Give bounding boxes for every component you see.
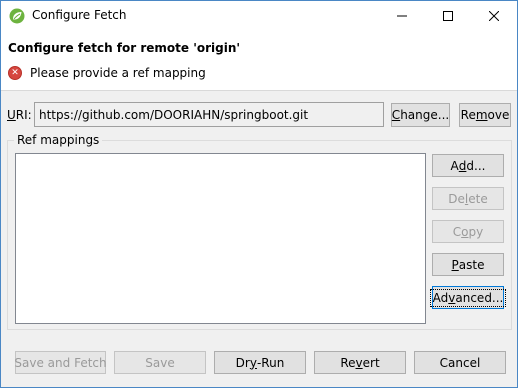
- delete-button[interactable]: De l ete: [432, 187, 504, 210]
- header-message: Please provide a ref mapping: [30, 66, 206, 80]
- header-title: Configure fetch for remote 'origin': [8, 41, 241, 55]
- save-and-fetch-button[interactable]: Save and Fetch: [14, 351, 107, 374]
- cancel-button[interactable]: Cancel: [414, 351, 506, 374]
- remove-button[interactable]: Re m ove: [459, 103, 511, 127]
- save-button[interactable]: Save: [114, 351, 206, 374]
- maximize-button[interactable]: [425, 1, 471, 31]
- uri-label: URI:: [7, 108, 32, 122]
- window-title: Configure Fetch: [32, 8, 127, 22]
- minimize-button[interactable]: [379, 1, 425, 31]
- minimize-icon: [397, 15, 407, 17]
- revert-button[interactable]: Re v ert: [314, 351, 406, 374]
- uri-field[interactable]: [34, 102, 384, 127]
- ref-mappings-label: Ref mappings: [14, 133, 103, 147]
- error-icon: ✕: [8, 66, 22, 80]
- advanced-button[interactable]: Advanced...: [429, 286, 507, 309]
- add-button[interactable]: Ad d...: [432, 154, 504, 177]
- maximize-icon: [443, 11, 453, 21]
- change-button[interactable]: Change...: [391, 103, 450, 127]
- close-button[interactable]: [471, 1, 517, 31]
- dry-run-button[interactable]: Dr y -Run: [214, 351, 306, 374]
- copy-button[interactable]: Co py: [432, 220, 504, 243]
- close-icon: [489, 11, 499, 21]
- title-bar: Configure Fetch: [1, 1, 517, 31]
- paste-button[interactable]: Paste: [432, 253, 504, 276]
- eclipse-spring-icon: [9, 8, 25, 24]
- dialog-header: Configure fetch for remote 'origin' ✕ Pl…: [1, 31, 517, 91]
- configure-fetch-dialog: Configure Fetch Configure fetch for remo…: [0, 0, 518, 388]
- ref-mappings-list[interactable]: [15, 153, 426, 324]
